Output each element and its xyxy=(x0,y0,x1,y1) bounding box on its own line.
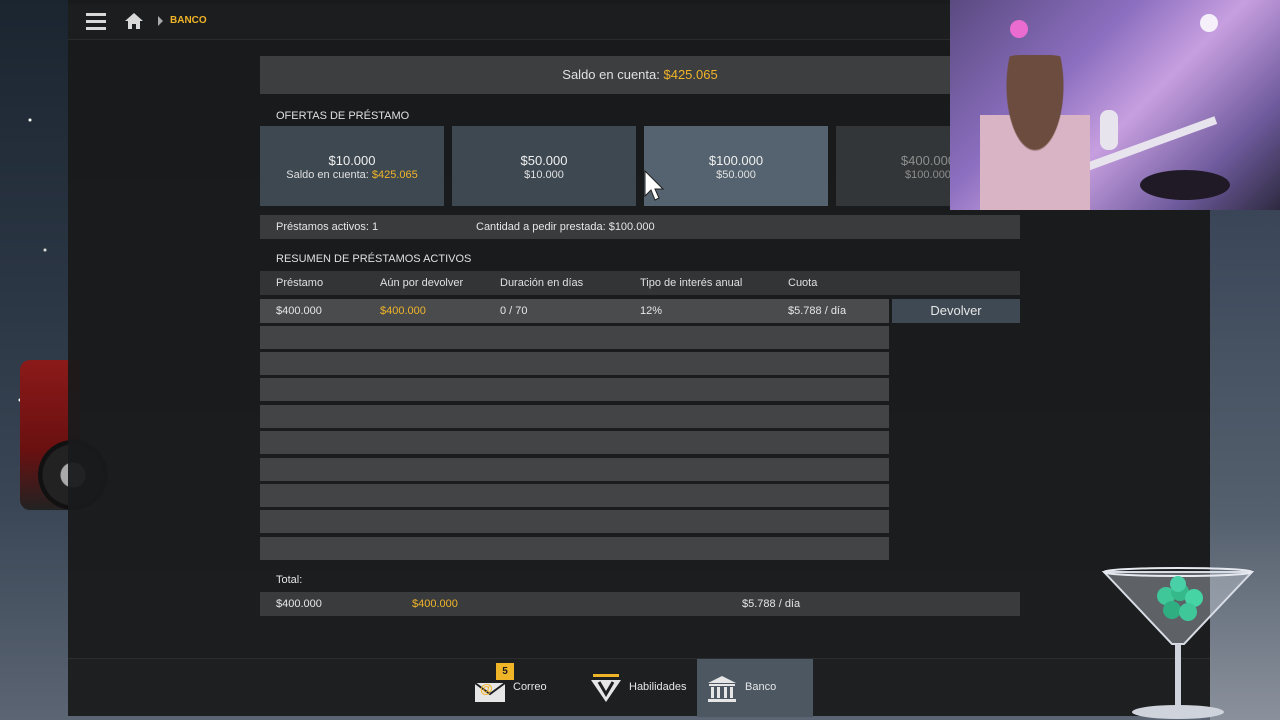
loan-offer-card[interactable]: $50.000 $10.000 xyxy=(452,126,636,206)
loan-offers: $10.000 Saldo en cuenta: $425.065 $50.00… xyxy=(260,126,1020,208)
empty-table-row xyxy=(260,326,889,349)
loan-offer-card-selected[interactable]: $100.000 $50.000 xyxy=(644,126,828,206)
breadcrumb-arrow-icon xyxy=(158,16,163,26)
offer-amount: $50.000 xyxy=(520,153,568,168)
nav-bank-label: Banco xyxy=(745,681,777,693)
breadcrumb-current: BANCO xyxy=(170,15,207,26)
nav-skills[interactable]: Habilidades xyxy=(586,659,696,717)
webcam-overlay xyxy=(950,0,1280,210)
nav-skills-label: Habilidades xyxy=(629,681,687,693)
empty-table-row xyxy=(260,378,889,401)
column-header-installment: Cuota xyxy=(788,277,818,289)
webcam-light xyxy=(1010,20,1028,38)
offer-amount: $10.000 xyxy=(328,153,376,168)
cell-loan: $400.000 xyxy=(276,305,322,317)
empty-table-row xyxy=(260,352,889,375)
empty-table-row xyxy=(260,484,889,507)
column-header-duration: Duración en días xyxy=(500,277,584,289)
total-row: $400.000 $400.000 $5.788 / día xyxy=(260,592,1020,616)
hamburger-menu-icon[interactable] xyxy=(86,13,106,31)
total-label: Total: xyxy=(276,574,303,586)
cell-duration: 0 / 70 xyxy=(500,305,528,317)
amount-to-borrow: Cantidad a pedir prestada: $100.000 xyxy=(476,221,655,233)
cell-installment: $5.788 / día xyxy=(788,305,847,317)
summary-title: RESUMEN DE PRÉSTAMOS ACTIVOS xyxy=(276,253,472,265)
empty-table-row xyxy=(260,431,889,454)
svg-text:@: @ xyxy=(480,681,493,696)
column-header-rate: Tipo de interés anual xyxy=(640,277,743,289)
empty-table-row xyxy=(260,537,889,560)
cell-rate: 12% xyxy=(640,305,663,317)
balance-value: $425.065 xyxy=(663,67,718,82)
nav-mail-label: Correo xyxy=(513,681,547,693)
total-loan: $400.000 xyxy=(276,598,322,610)
table-row: $400.000 $400.000 0 / 70 12% $5.788 / dí… xyxy=(260,299,889,323)
repay-button[interactable]: Devolver xyxy=(892,299,1020,323)
bank-icon xyxy=(708,676,736,702)
balance-label: Saldo en cuenta: xyxy=(562,67,660,82)
mouse-cursor-icon xyxy=(644,170,664,201)
nav-mail[interactable]: @ 5 Correo xyxy=(472,659,582,717)
loan-info-row: Préstamos activos: 1 Cantidad a pedir pr… xyxy=(260,215,1020,239)
total-installment: $5.788 / día xyxy=(742,598,801,610)
empty-table-row xyxy=(260,458,889,481)
active-loans-count: Préstamos activos: 1 xyxy=(276,221,379,233)
offer-sub: $50.000 xyxy=(716,169,756,181)
cell-remaining: $400.000 xyxy=(380,305,426,317)
mail-count-badge: 5 xyxy=(496,663,514,680)
home-icon[interactable] xyxy=(124,12,144,30)
skills-icon xyxy=(591,674,621,702)
column-header-loan: Préstamo xyxy=(276,277,324,289)
mail-icon: @ xyxy=(474,681,506,702)
empty-table-row xyxy=(260,405,889,428)
nav-bank[interactable]: Banco xyxy=(697,659,813,717)
total-remaining: $400.000 xyxy=(412,598,458,610)
column-header-remaining: Aún por devolver xyxy=(380,277,464,289)
loan-offer-card[interactable]: $10.000 Saldo en cuenta: $425.065 xyxy=(260,126,444,206)
account-balance-bar: Saldo en cuenta: $425.065 xyxy=(260,56,1020,94)
offer-sub: $10.000 xyxy=(524,169,564,181)
webcam-steering-wheel xyxy=(1140,170,1230,200)
table-header: Préstamo Aún por devolver Duración en dí… xyxy=(260,271,1020,295)
webcam-microphone xyxy=(1100,110,1118,150)
webcam-light xyxy=(1200,14,1218,32)
decorative-glass-icon xyxy=(1101,567,1255,719)
offers-title: OFERTAS DE PRÉSTAMO xyxy=(276,110,410,122)
webcam-person xyxy=(980,55,1090,210)
empty-table-row xyxy=(260,510,889,533)
bottom-navigation: @ 5 Correo Habilidades Banco xyxy=(68,658,1210,717)
offer-sub: Saldo en cuenta: $425.065 xyxy=(286,169,418,181)
offer-amount: $100.000 xyxy=(708,153,764,168)
